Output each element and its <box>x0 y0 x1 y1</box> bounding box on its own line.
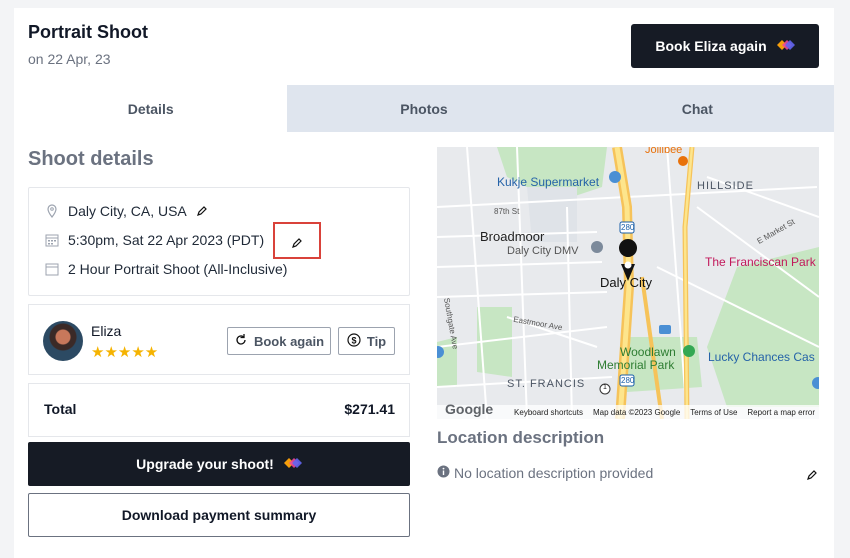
total-label: Total <box>44 401 77 417</box>
location-description-text: No location description provided <box>437 465 653 481</box>
map-label-dalycity: Daly City <box>600 275 653 290</box>
map-label-hwy1: 1 <box>603 384 607 391</box>
edit-location-pencil-icon[interactable] <box>196 205 208 217</box>
map-label-dmv: Daly City DMV <box>507 245 579 257</box>
datetime-text: 5:30pm, Sat 22 Apr 2023 (PDT) <box>68 232 265 248</box>
sparkle-icon <box>283 456 302 473</box>
map-terms-link[interactable]: Terms of Use <box>690 408 737 417</box>
map-label-broadmoor: Broadmoor <box>480 229 545 244</box>
map-data-attribution: Map data ©2023 Google <box>592 407 681 417</box>
tip-label: Tip <box>366 333 387 349</box>
map-label-jollibee: Jollibee <box>645 147 683 156</box>
tip-button[interactable]: $ Tip <box>338 327 395 355</box>
map-label-franciscan: The Franciscan Park <box>705 255 816 269</box>
map-label-kukje: Kukje Supermarket <box>497 175 600 189</box>
rating-stars: ★★★★★ <box>91 344 159 361</box>
total-value: $271.41 <box>344 401 395 417</box>
map-label-memorial: Memorial Park <box>597 358 675 372</box>
location-row: Daly City, CA, USA <box>45 203 208 219</box>
map-keyboard-shortcuts-link[interactable]: Keyboard shortcuts <box>514 408 583 417</box>
edit-location-description-pencil-icon[interactable] <box>806 468 818 486</box>
map-label-hwy280-top: 280 <box>621 223 635 232</box>
location-pin-icon <box>45 204 59 218</box>
datetime-row: 5:30pm, Sat 22 Apr 2023 (PDT) <box>45 232 264 248</box>
book-eliza-again-label: Book Eliza again <box>655 38 767 54</box>
calendar-icon <box>45 233 59 247</box>
booking-card: Portrait Shoot on 22 Apr, 23 Book Eliza … <box>14 8 834 558</box>
map-label-lucky: Lucky Chances Cas <box>708 350 815 364</box>
photographer-name: Eliza <box>91 323 122 339</box>
tab-photos[interactable]: Photos <box>287 85 561 132</box>
google-logo: Google <box>445 401 494 417</box>
tab-details[interactable]: Details <box>14 85 288 132</box>
package-icon <box>45 262 59 276</box>
avatar <box>43 321 83 361</box>
photographer-box: Eliza ★★★★★ Book again $ Tip <box>28 304 410 375</box>
map-label-87th: 87th St <box>494 207 520 216</box>
upgrade-shoot-button[interactable]: Upgrade your shoot! <box>28 442 410 486</box>
location-map[interactable]: Jollibee Kukje Supermarket HILLSIDE 87th… <box>437 147 819 419</box>
tab-chat[interactable]: Chat <box>560 85 834 132</box>
location-text: Daly City, CA, USA <box>68 203 187 219</box>
dollar-icon: $ <box>347 332 361 350</box>
sparkle-icon <box>776 38 795 55</box>
page-title: Portrait Shoot <box>28 22 148 42</box>
total-box: Total $271.41 <box>28 383 410 437</box>
download-payment-summary-button[interactable]: Download payment summary <box>28 493 410 537</box>
book-again-label: Book again <box>253 333 325 349</box>
shoot-date: on 22 Apr, 23 <box>28 51 111 67</box>
svg-text:$: $ <box>351 335 356 345</box>
map-label-stfrancis: ST. FRANCIS <box>507 378 586 390</box>
info-icon <box>437 465 450 481</box>
package-text: 2 Hour Portrait Shoot (All-Inclusive) <box>68 261 288 277</box>
refresh-icon <box>234 333 248 350</box>
location-description-value: No location description provided <box>454 465 654 481</box>
map-label-hwy280-bottom: 280 <box>621 376 635 385</box>
package-row: 2 Hour Portrait Shoot (All-Inclusive) <box>45 261 287 277</box>
book-again-button[interactable]: Book again <box>227 327 331 355</box>
tab-bar: Details Photos Chat <box>14 85 834 132</box>
map-label-woodlawn: Woodlawn <box>620 345 676 359</box>
location-description-heading: Location description <box>437 428 605 447</box>
shoot-details-heading: Shoot details <box>28 148 154 170</box>
edit-datetime-pencil-icon[interactable] <box>291 236 303 254</box>
shoot-info-box: Daly City, CA, USA 5:30pm, Sat 22 Apr 20… <box>28 187 410 296</box>
map-label-hillside: HILLSIDE <box>697 180 754 192</box>
map-report-error-link[interactable]: Report a map error <box>747 408 815 417</box>
map-footer: Keyboard shortcuts Map data ©2023 Google… <box>437 405 819 419</box>
book-eliza-again-button[interactable]: Book Eliza again <box>631 24 819 68</box>
upgrade-label: Upgrade your shoot! <box>136 456 274 472</box>
